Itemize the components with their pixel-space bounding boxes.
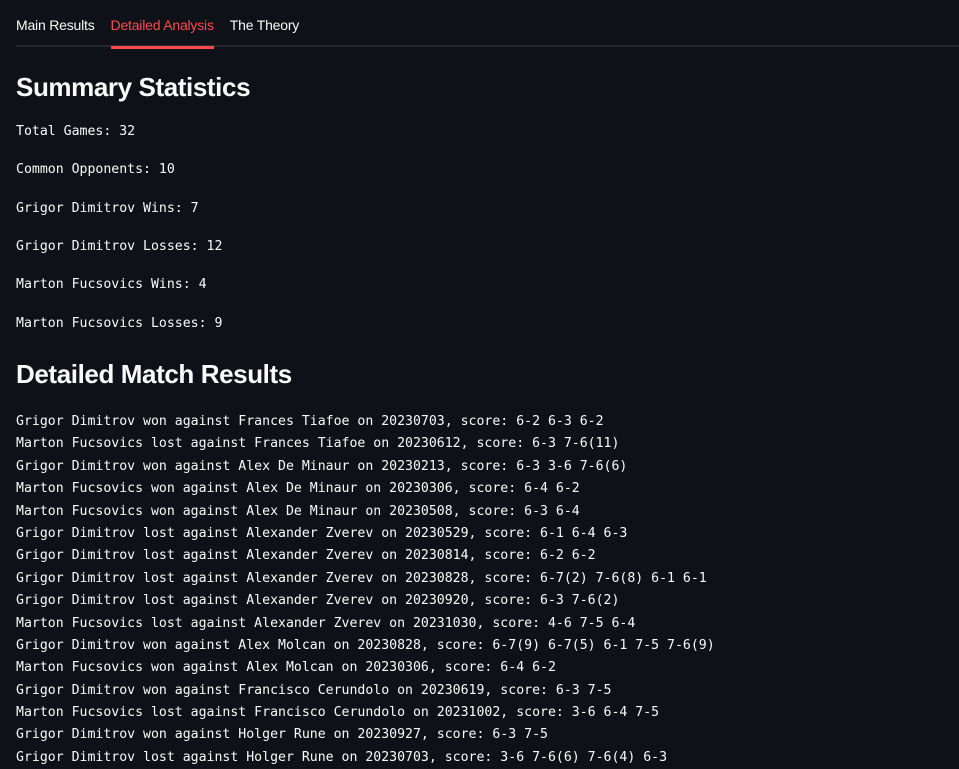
summary-statistics-heading: Summary Statistics <box>16 72 251 102</box>
match-result: Grigor Dimitrov lost against Alexander Z… <box>16 570 707 586</box>
match-result: Grigor Dimitrov won against Alex Molcan … <box>16 637 715 653</box>
match-result: Marton Fucsovics won against Alex Molcan… <box>16 660 556 676</box>
match-result: Grigor Dimitrov lost against Alexander Z… <box>16 525 628 541</box>
stat-fucsovics-losses: Marton Fucsovics Losses: 9 <box>16 316 223 331</box>
stat-fucsovics-wins: Marton Fucsovics Wins: 4 <box>16 277 207 292</box>
match-result: Grigor Dimitrov lost against Alexander Z… <box>16 593 620 609</box>
match-result: Marton Fucsovics lost against Frances Ti… <box>16 436 620 452</box>
match-result: Grigor Dimitrov lost against Alexander Z… <box>16 548 596 564</box>
match-result: Grigor Dimitrov won against Francisco Ce… <box>16 682 612 698</box>
tab-main-results[interactable]: Main Results <box>16 0 95 47</box>
tab-detailed-analysis[interactable]: Detailed Analysis <box>110 0 214 49</box>
match-result: Grigor Dimitrov won against Frances Tiaf… <box>16 414 604 429</box>
match-result: Marton Fucsovics lost against Francisco … <box>16 705 660 721</box>
tab-the-theory[interactable]: The Theory <box>230 0 300 47</box>
match-result: Marton Fucsovics lost against Alexander … <box>16 615 636 631</box>
stat-total-games: Total Games: 32 <box>16 124 136 139</box>
match-results-list: Grigor Dimitrov won against Frances Tiaf… <box>16 411 715 769</box>
tab-bar: Main Results Detailed Analysis The Theor… <box>16 0 959 49</box>
match-result: Marton Fucsovics won against Alex De Min… <box>16 503 580 519</box>
match-result: Grigor Dimitrov won against Holger Rune … <box>16 727 548 743</box>
stat-dimitrov-wins: Grigor Dimitrov Wins: 7 <box>16 201 199 216</box>
stat-common-opponents: Common Opponents: 10 <box>16 162 175 177</box>
stat-dimitrov-losses: Grigor Dimitrov Losses: 12 <box>16 239 223 254</box>
match-result: Marton Fucsovics won against Alex De Min… <box>16 481 580 497</box>
match-result: Grigor Dimitrov won against Alex De Mina… <box>16 458 628 474</box>
detailed-match-results-heading: Detailed Match Results <box>16 359 292 389</box>
match-result: Grigor Dimitrov lost against Holger Rune… <box>16 749 668 765</box>
